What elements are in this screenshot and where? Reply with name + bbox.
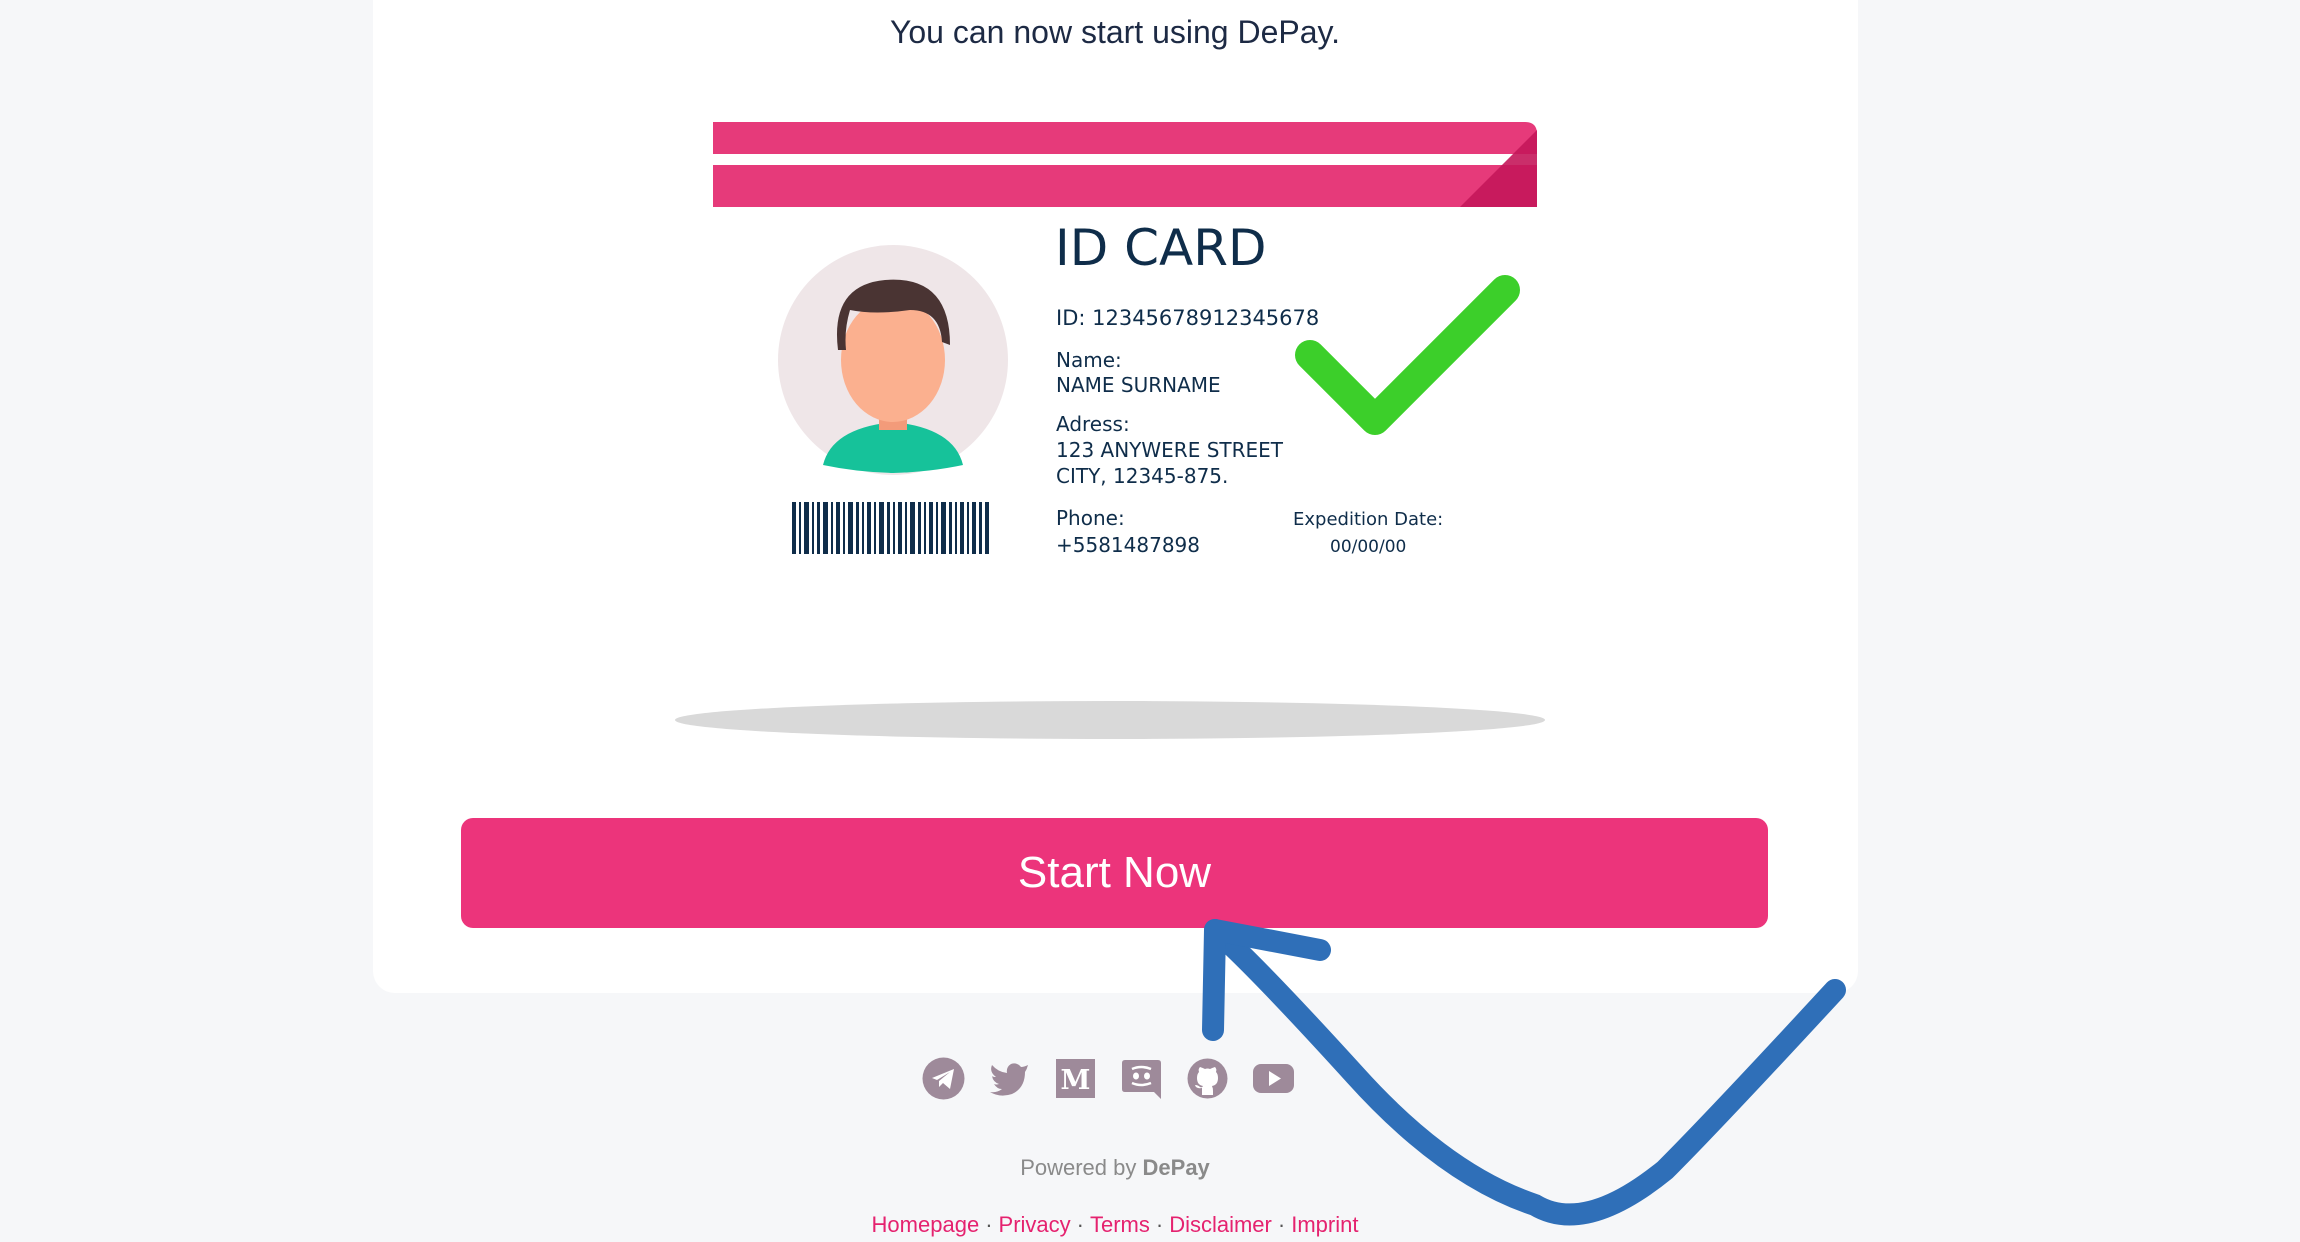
id-card-address-line1: 123 ANYWERE STREET (1056, 438, 1284, 462)
card-stripe-bottom (713, 165, 1537, 207)
id-card-name-label: Name: (1056, 348, 1122, 372)
id-card-title: ID CARD (1055, 219, 1267, 277)
footer-link-homepage[interactable]: Homepage (872, 1212, 980, 1237)
discord-icon[interactable] (1120, 1057, 1163, 1100)
id-card-illustration: ID CARD ID: 12345678912345678 Name: NAME… (675, 110, 1545, 739)
card-shadow (675, 701, 1545, 739)
id-card-name-value: NAME SURNAME (1056, 373, 1221, 397)
footer-separator: · (1155, 1212, 1164, 1237)
footer-separator: · (1076, 1212, 1084, 1237)
id-card-phone-label: Phone: (1056, 506, 1125, 530)
page-headline: You can now start using DePay. (889, 14, 1341, 50)
footer-link-terms[interactable]: Terms (1090, 1212, 1150, 1237)
footer-separator: · (985, 1212, 993, 1237)
id-card-id: ID: 12345678912345678 (1056, 306, 1319, 330)
annotation-arrow-icon (1202, 919, 1846, 1226)
svg-text:M: M (1061, 1065, 1091, 1096)
medium-icon[interactable]: M (1054, 1057, 1097, 1100)
powered-by: Powered by DePay (0, 1155, 2230, 1181)
powered-by-prefix: Powered by (1020, 1155, 1137, 1180)
footer-links: Homepage · Privacy · Terms · Disclaimer · Imprin… (0, 1212, 2230, 1238)
id-card-expedition-value: 00/00/00 (1330, 537, 1406, 557)
avatar-face (841, 298, 945, 422)
telegram-icon[interactable] (922, 1057, 965, 1100)
footer-link-privacy[interactable]: Privacy (999, 1212, 1071, 1237)
twitter-icon[interactable] (988, 1057, 1031, 1100)
id-card-phone-value: +5581487898 (1056, 533, 1200, 557)
id-card-address-line2: CITY, 12345-875. (1056, 464, 1228, 488)
id-card-address-label: Adress: (1056, 412, 1130, 436)
card-stripe-top (713, 122, 1537, 154)
id-card-expedition-label: Expedition Date: (1293, 509, 1443, 530)
